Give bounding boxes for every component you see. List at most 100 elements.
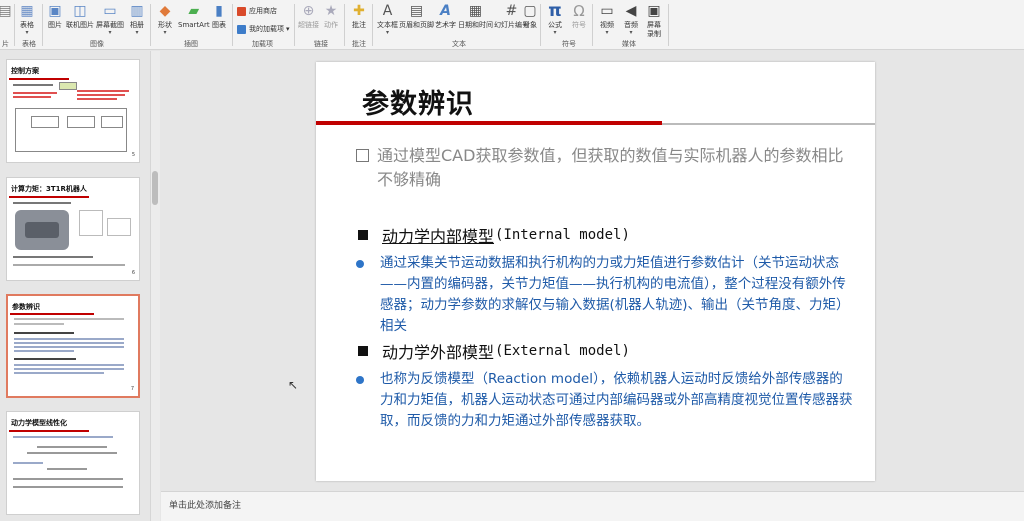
thumbnail-title: 动力学模型线性化	[11, 419, 67, 427]
group-comments: 批注	[352, 40, 366, 48]
group-links: 链接	[314, 40, 328, 48]
thumbnail-formula	[27, 452, 117, 454]
paragraph-internal[interactable]: 通过采集关节运动数据和执行机构的力或力矩值进行参数估计（关节运动状态——内置的编…	[356, 253, 856, 337]
store-button[interactable]: 应用商店	[237, 6, 277, 16]
group-addins: 加载项	[252, 40, 273, 48]
title-rule	[662, 123, 875, 125]
title-accent-bar	[316, 121, 662, 125]
section-heading-label: 动力学外部模型	[382, 343, 495, 362]
thumbnail-formula	[13, 264, 125, 266]
action-button[interactable]: ★ 动作	[322, 2, 340, 30]
thumbnail-text	[14, 346, 124, 348]
shapes-button[interactable]: ◆ 形状 ▾	[156, 2, 174, 36]
header-footer-label: 页眉和页脚	[399, 21, 434, 29]
separator	[294, 4, 295, 46]
video-button[interactable]: ▭ 视频 ▾	[598, 2, 616, 36]
checkbox-bullet-icon	[356, 149, 369, 162]
section-heading-external[interactable]: 动力学外部模型 (External model)	[358, 339, 630, 363]
section-heading-english: (External model)	[495, 343, 630, 359]
thumbnail-formula	[37, 446, 107, 448]
screenshot-icon: ▭	[103, 3, 117, 19]
thumbnail-title: 参数辨识	[12, 303, 40, 311]
paragraph-text: 也称为反馈模型（Reaction model），依赖机器人运动时反馈给外部传感器…	[380, 371, 853, 429]
partial-button[interactable]: ▤	[0, 2, 14, 20]
symbol-button[interactable]: Ω 符号	[570, 2, 588, 30]
table-icon: ▦	[20, 3, 34, 19]
separator	[344, 4, 345, 46]
datetime-label: 日期和时间	[458, 21, 493, 29]
datetime-button[interactable]: ▦ 日期和时间	[458, 2, 493, 30]
group-partial: 片	[2, 40, 9, 48]
object-button[interactable]: ▢ 对象	[521, 2, 539, 30]
calendar-icon: ▦	[468, 3, 483, 19]
audio-button[interactable]: ◀ 音频 ▾	[622, 2, 640, 36]
thumbnail-formula	[13, 478, 123, 480]
scrollbar-thumb[interactable]	[152, 171, 158, 205]
paragraph-text: 通过采集关节运动数据和执行机构的力或力矩值进行参数估计（关节运动状态——内置的编…	[380, 255, 850, 334]
screenshot-button[interactable]: ▭ 屏幕截图 ▾	[96, 2, 124, 36]
thumbnail-title-underline	[9, 196, 89, 198]
table-button[interactable]: ▦ 表格 ▾	[18, 2, 36, 36]
thumbnail-text	[77, 98, 117, 100]
thumbnail-scrollbar[interactable]	[150, 51, 160, 521]
slide-title[interactable]: 参数辨识	[362, 82, 474, 121]
header-footer-button[interactable]: ▤ 页眉和页脚	[399, 2, 434, 30]
group-tables: 表格	[22, 40, 36, 48]
slide-thumbnail[interactable]: 计算力矩：3T1R机器人 6	[6, 177, 140, 281]
slide-thumbnail[interactable]: 控制方案 5	[6, 59, 140, 163]
thumbnail-text	[13, 202, 71, 204]
smartart-label: SmartArt	[178, 21, 210, 29]
chevron-down-icon: ▾	[135, 29, 139, 36]
chevron-down-icon: ▾	[163, 29, 167, 36]
section-heading-internal[interactable]: 动力学内部模型 (Internal model)	[358, 223, 630, 247]
separator	[14, 4, 15, 46]
smartart-icon: ▰	[188, 3, 200, 19]
chart-label: 图表	[212, 21, 226, 29]
audio-icon: ◀	[625, 3, 637, 19]
slide-thumbnail-selected[interactable]: 参数辨识 7	[6, 294, 140, 398]
hyperlink-button[interactable]: ⊕ 超链接	[298, 2, 319, 30]
thumbnail-title-underline	[9, 78, 69, 80]
thumbnail-text	[14, 364, 124, 366]
slide-thumbnails-pane: 控制方案 5 计算力矩：3T1R机器人 6 参数辨识 7 动力学模型线性化	[0, 51, 150, 521]
square-bullet-icon	[358, 230, 368, 240]
addins-icon	[237, 24, 246, 34]
wordart-button[interactable]: A 艺术字	[435, 2, 456, 30]
group-text: 文本	[452, 40, 466, 48]
thumbnail-number: 7	[130, 386, 134, 392]
ribbon: ▤ 片 ▦ 表格 ▾ 表格 ▣ 图片 ◫ 联机图片 ▭ 屏幕截图 ▾ ▥ 相册 …	[0, 0, 1024, 50]
store-icon	[237, 6, 246, 16]
screen-recording-button[interactable]: ▣ 屏幕录制	[645, 2, 663, 39]
slide-thumbnail[interactable]: 动力学模型线性化	[6, 411, 140, 515]
comment-label: 批注	[352, 21, 366, 29]
thumbnail-box	[59, 82, 77, 90]
equation-button[interactable]: π 公式 ▾	[546, 2, 564, 36]
store-label: 应用商店	[249, 7, 277, 15]
comment-icon: ✚	[353, 3, 365, 19]
screen-recording-icon: ▣	[647, 3, 661, 19]
robot-image-detail	[25, 222, 59, 238]
album-button[interactable]: ▥ 相册 ▾	[128, 2, 146, 36]
thumbnail-diagram	[107, 218, 131, 236]
separator	[668, 4, 669, 46]
slide-canvas[interactable]: 参数辨识 通过模型CAD获取参数值，但获取的数值与实际机器人的参数相比不够精确 …	[316, 62, 875, 481]
separator	[232, 4, 233, 46]
object-icon: ▢	[523, 3, 537, 19]
thumbnail-text	[14, 350, 74, 352]
my-addins-button[interactable]: 我的加载项 ▾	[237, 24, 290, 34]
shapes-icon: ◆	[159, 3, 171, 19]
textbox-button[interactable]: A 文本框 ▾	[377, 2, 398, 36]
chevron-down-icon: ▾	[286, 25, 290, 33]
picture-button[interactable]: ▣ 图片	[46, 2, 64, 30]
smartart-button[interactable]: ▰ SmartArt	[178, 2, 210, 30]
notes-pane[interactable]: 单击此处添加备注	[161, 491, 1024, 521]
online-picture-button[interactable]: ◫ 联机图片	[66, 2, 94, 30]
thumbnail-text	[13, 436, 113, 438]
thumbnail-title-underline	[10, 313, 94, 315]
thumbnail-diagram-block	[31, 116, 59, 128]
intro-bullet[interactable]: 通过模型CAD获取参数值，但获取的数值与实际机器人的参数相比不够精确	[356, 144, 846, 192]
header-footer-icon: ▤	[409, 3, 424, 19]
comment-button[interactable]: ✚ 批注	[350, 2, 368, 30]
paragraph-external[interactable]: 也称为反馈模型（Reaction model），依赖机器人运动时反馈给外部传感器…	[356, 369, 856, 432]
chart-button[interactable]: ▮ 图表	[210, 2, 228, 30]
